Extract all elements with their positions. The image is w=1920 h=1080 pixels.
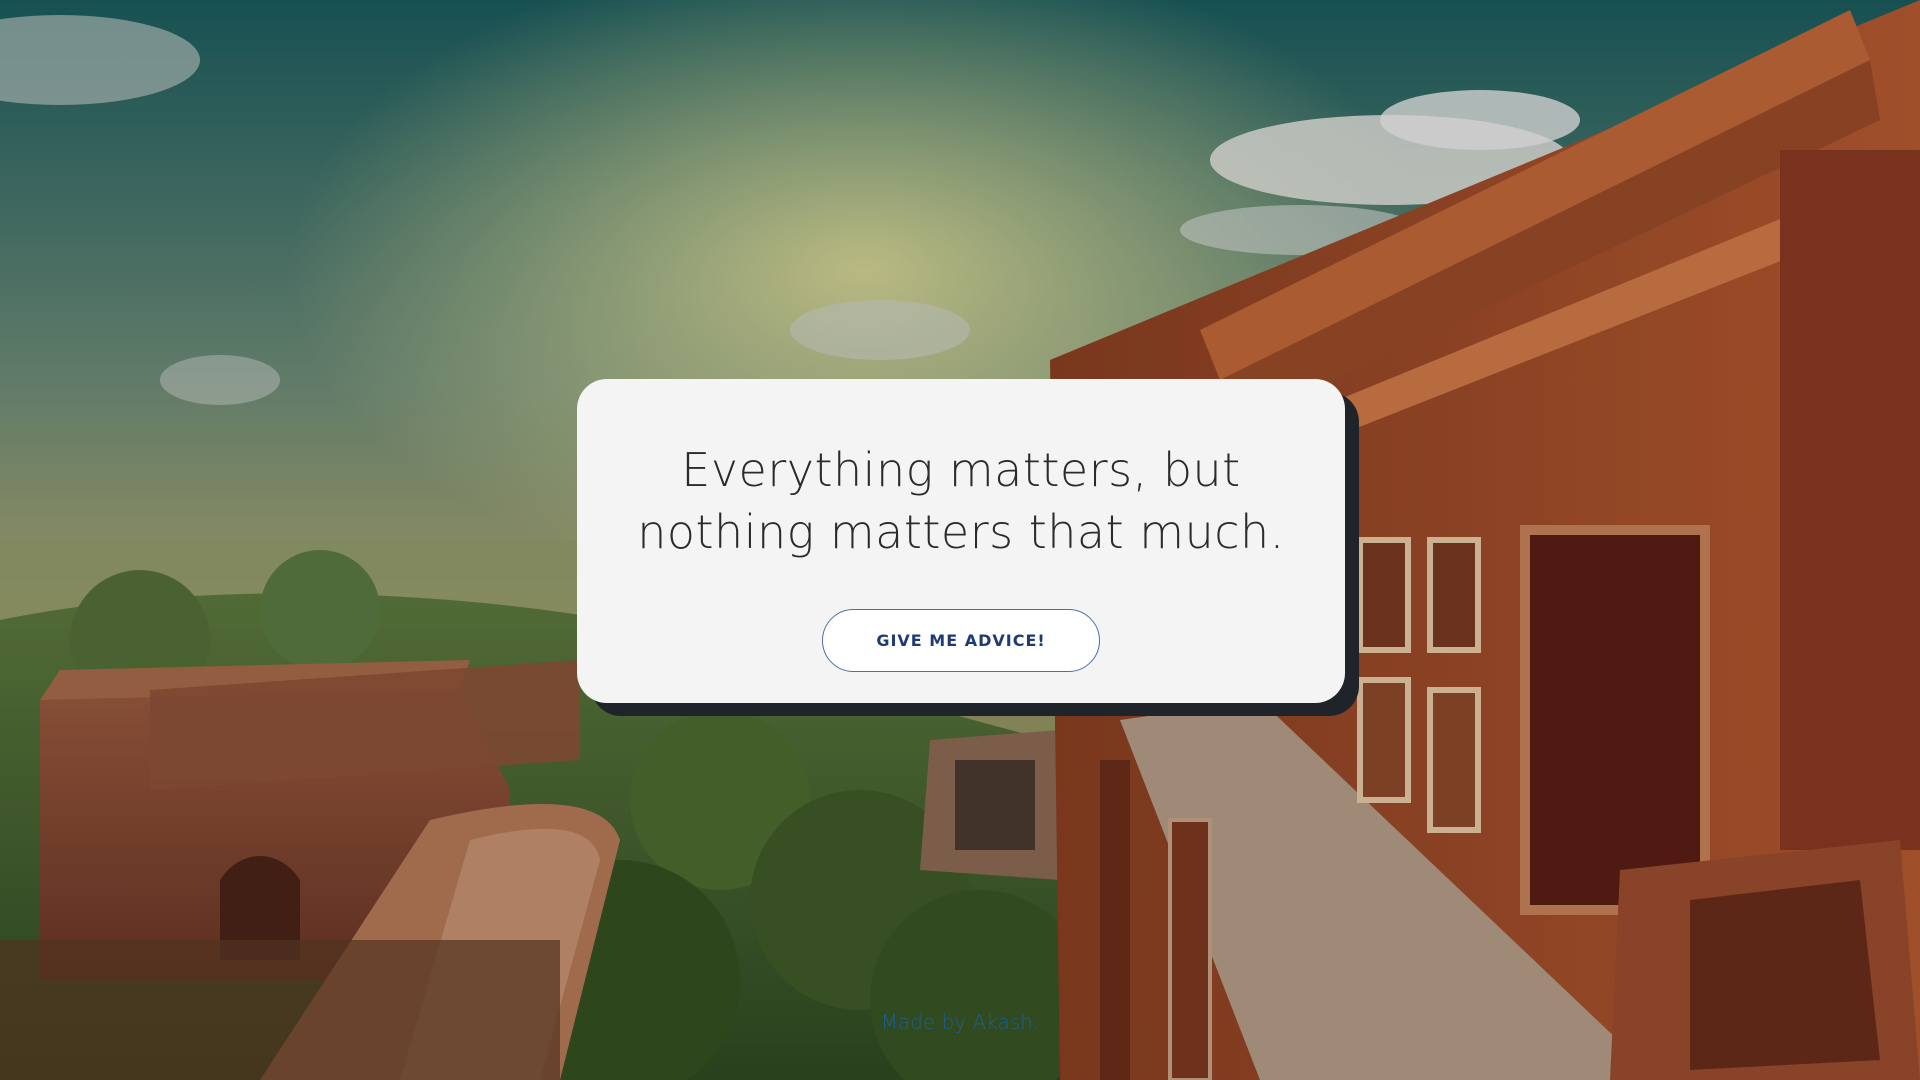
advice-card: Everything matters, but nothing matters … <box>577 379 1345 703</box>
footer-credit: Made by Akash. <box>0 1010 1920 1034</box>
author-link[interactable]: Akash <box>973 1010 1033 1034</box>
give-advice-button[interactable]: GIVE ME ADVICE! <box>822 609 1100 672</box>
advice-quote: Everything matters, but nothing matters … <box>637 443 1285 559</box>
footer-suffix: . <box>1032 1010 1040 1034</box>
footer-prefix: Made by <box>880 1010 973 1034</box>
